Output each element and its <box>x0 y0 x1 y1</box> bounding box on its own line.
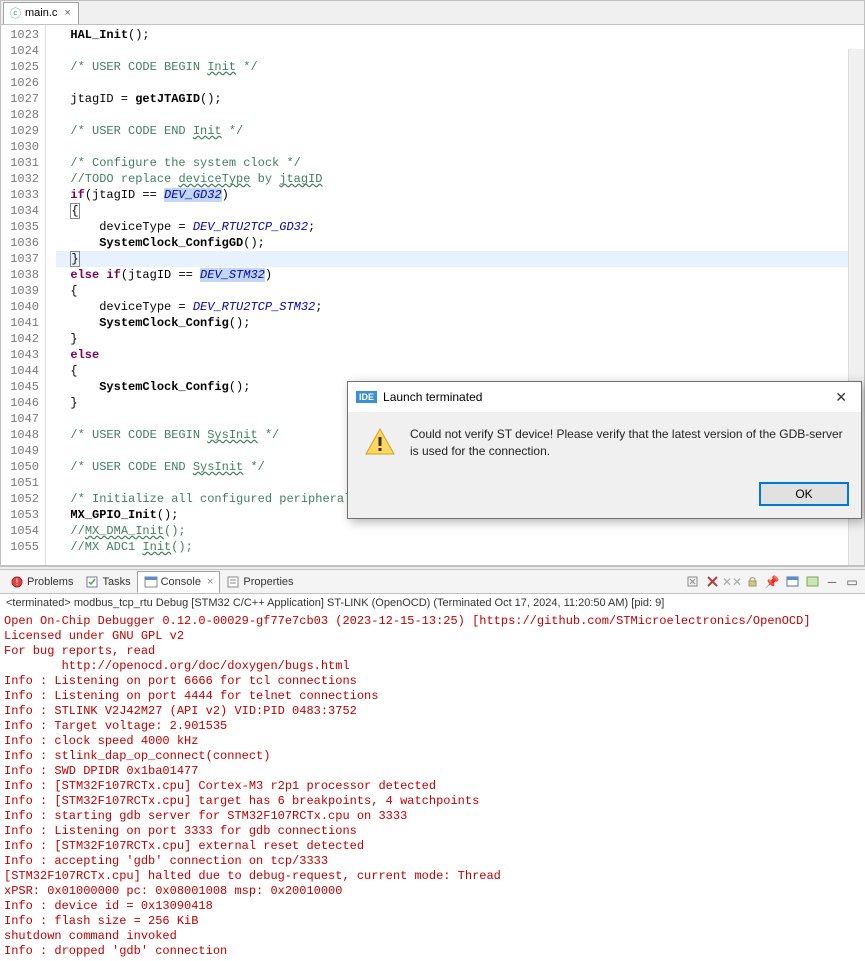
clear-console-icon[interactable]: ✕✕ <box>723 573 741 591</box>
tab-console-close-icon[interactable]: × <box>207 576 213 588</box>
editor-tab-main-c[interactable]: ⓒ main.c × <box>3 2 79 24</box>
tab-properties[interactable]: Properties <box>220 572 299 592</box>
console-output[interactable]: Open On-Chip Debugger 0.12.0-00029-gf77e… <box>0 612 865 961</box>
bottom-panel: ! Problems Tasks Console × Properties <box>0 570 865 961</box>
open-console-icon[interactable] <box>803 573 821 591</box>
problems-icon: ! <box>10 575 24 589</box>
maximize-icon[interactable]: ▭ <box>843 573 861 591</box>
editor-tab-bar: ⓒ main.c × <box>1 1 864 25</box>
minimize-icon[interactable]: ─ <box>823 573 841 591</box>
tasks-icon <box>85 575 99 589</box>
svg-text:!: ! <box>16 577 19 587</box>
tab-filename: main.c <box>25 7 57 19</box>
tab-console[interactable]: Console × <box>137 571 221 593</box>
display-selected-icon[interactable] <box>783 573 801 591</box>
ok-button[interactable]: OK <box>759 482 849 506</box>
tab-tasks[interactable]: Tasks <box>79 572 136 592</box>
tab-problems[interactable]: ! Problems <box>4 572 79 592</box>
console-header: <terminated> modbus_tcp_rtu Debug [STM32… <box>0 594 865 612</box>
pin-console-icon[interactable]: 📌 <box>763 573 781 591</box>
console-icon <box>144 575 158 589</box>
warning-icon <box>364 426 396 458</box>
scroll-lock-icon[interactable] <box>743 573 761 591</box>
line-number-gutter: 1023102410251026102710281029103010311032… <box>1 25 46 565</box>
tab-problems-label: Problems <box>27 576 73 588</box>
dialog-message: Could not verify ST device! Please verif… <box>410 426 845 460</box>
tab-console-label: Console <box>161 576 201 588</box>
tab-properties-label: Properties <box>243 576 293 588</box>
bottom-tab-bar: ! Problems Tasks Console × Properties <box>0 570 865 594</box>
tab-tasks-label: Tasks <box>102 576 130 588</box>
dialog-close-icon[interactable]: ✕ <box>829 387 853 408</box>
launch-terminated-dialog: IDE Launch terminated ✕ Could not verify… <box>347 381 862 519</box>
remove-all-icon[interactable] <box>703 573 721 591</box>
c-file-icon: ⓒ <box>10 5 21 21</box>
remove-launch-icon[interactable] <box>683 573 701 591</box>
ide-badge-icon: IDE <box>356 391 377 403</box>
dialog-title: Launch terminated <box>383 390 829 404</box>
dialog-titlebar[interactable]: IDE Launch terminated ✕ <box>348 382 861 412</box>
tab-close-icon[interactable]: × <box>61 7 73 19</box>
properties-icon <box>226 575 240 589</box>
console-toolbar: ✕✕ 📌 ─ ▭ <box>683 573 865 591</box>
